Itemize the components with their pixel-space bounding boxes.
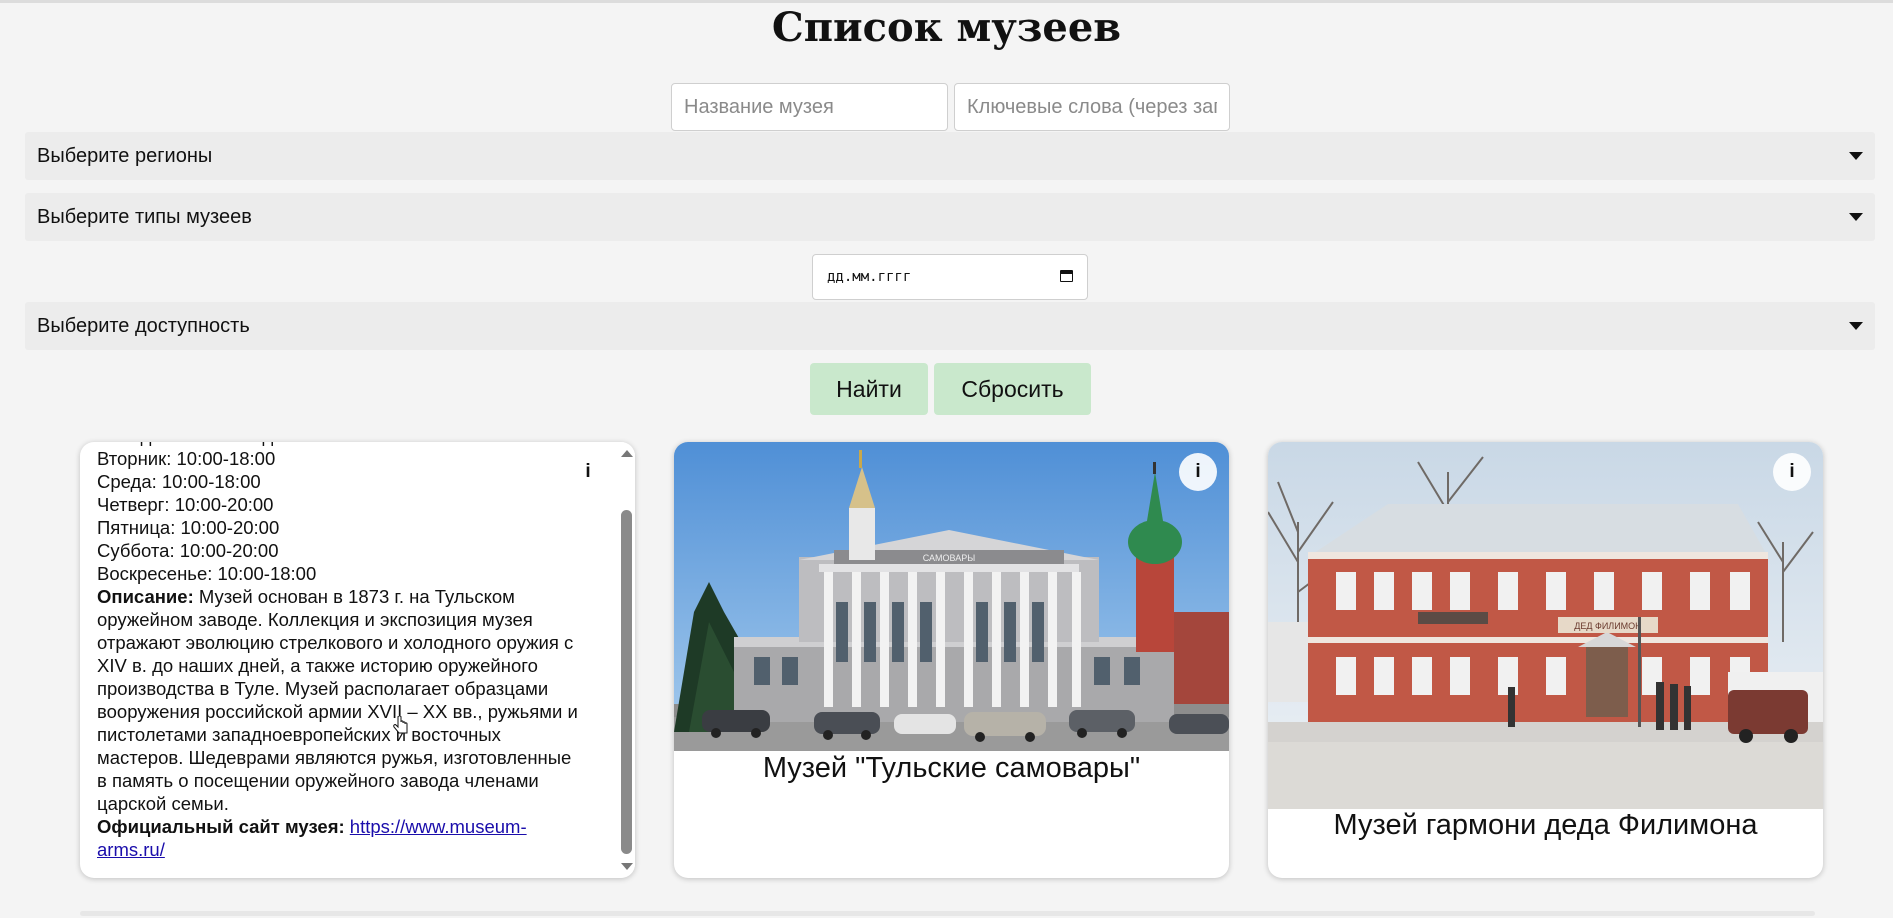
hours-line: Воскресенье: 10:00-18:00 bbox=[97, 563, 317, 584]
calendar-icon[interactable] bbox=[1060, 270, 1073, 282]
hours-line: Среда: 10:00-18:00 bbox=[97, 471, 261, 492]
official-site: Официальный сайт музея: https://www.muse… bbox=[97, 815, 579, 861]
museum-types-select[interactable]: Выберите типы музеев bbox=[25, 193, 1875, 241]
hours-line: Четверг: 10:00-20:00 bbox=[97, 494, 274, 515]
info-button[interactable]: i bbox=[1179, 453, 1217, 491]
chevron-down-icon bbox=[1849, 213, 1863, 221]
museum-types-select-label: Выберите типы музеев bbox=[37, 206, 252, 228]
museum-name-input[interactable] bbox=[671, 83, 948, 131]
reset-button[interactable]: Сбросить bbox=[934, 363, 1091, 415]
accessibility-select[interactable]: Выберите доступность bbox=[25, 302, 1875, 350]
info-button[interactable]: i bbox=[1773, 453, 1811, 491]
description-text: Музей основан в 1873 г. на Тульском оруж… bbox=[97, 586, 578, 814]
harmonica-museum-illustration: ДЕД ФИЛИМОН bbox=[1268, 442, 1823, 809]
regions-select-label: Выберите регионы bbox=[37, 145, 213, 167]
regions-select[interactable]: Выберите регионы bbox=[25, 132, 1875, 180]
accessibility-select-label: Выберите доступность bbox=[37, 315, 250, 337]
date-input[interactable]: дд.мм.гггг bbox=[812, 254, 1088, 300]
museum-name: Музей "Тульские самовары" bbox=[762, 752, 1141, 784]
museum-card-samovars[interactable]: САМОВАРЫ Музей "Тульские самовары" i bbox=[674, 442, 1229, 878]
scroll-down-arrow-icon[interactable] bbox=[621, 863, 633, 870]
museum-photo: САМОВАРЫ bbox=[674, 442, 1229, 751]
building-sign: ДЕД ФИЛИМОН bbox=[1574, 621, 1641, 631]
date-input-placeholder: дд.мм.гггг bbox=[827, 269, 912, 285]
find-button[interactable]: Найти bbox=[810, 363, 928, 415]
museum-info-scroll-area[interactable]: Понедельник: выходной Вторник: 10:00-18:… bbox=[97, 442, 579, 878]
scrollbar[interactable] bbox=[618, 442, 635, 878]
samovars-museum-illustration: САМОВАРЫ bbox=[674, 442, 1229, 751]
next-row-cards-edge bbox=[80, 911, 1815, 916]
info-button[interactable]: i bbox=[569, 453, 607, 491]
chevron-down-icon bbox=[1849, 152, 1863, 160]
page-title: Список музеев bbox=[771, 4, 1122, 51]
hand-cursor-icon bbox=[393, 716, 408, 734]
museum-card-info[interactable]: Понедельник: выходной Вторник: 10:00-18:… bbox=[80, 442, 635, 878]
keywords-input[interactable] bbox=[954, 83, 1230, 131]
chevron-down-icon bbox=[1849, 322, 1863, 330]
description-label: Описание: bbox=[97, 586, 194, 607]
building-sign: САМОВАРЫ bbox=[923, 553, 976, 563]
scroll-up-arrow-icon[interactable] bbox=[621, 450, 633, 457]
hours-line: Пятница: 10:00-20:00 bbox=[97, 517, 280, 538]
museum-description: Описание: Музей основан в 1873 г. на Тул… bbox=[97, 585, 579, 815]
site-label: Официальный сайт музея: bbox=[97, 816, 345, 837]
museum-card-harmonica[interactable]: ДЕД ФИЛИМОН Музей гармони деда Филимона … bbox=[1268, 442, 1823, 878]
scrollbar-thumb[interactable] bbox=[621, 510, 632, 854]
museum-photo: ДЕД ФИЛИМОН bbox=[1268, 442, 1823, 809]
museum-name: Музей гармони деда Филимона bbox=[1333, 809, 1758, 841]
hours-line: Суббота: 10:00-20:00 bbox=[97, 540, 279, 561]
hours-line: Вторник: 10:00-18:00 bbox=[97, 448, 276, 469]
